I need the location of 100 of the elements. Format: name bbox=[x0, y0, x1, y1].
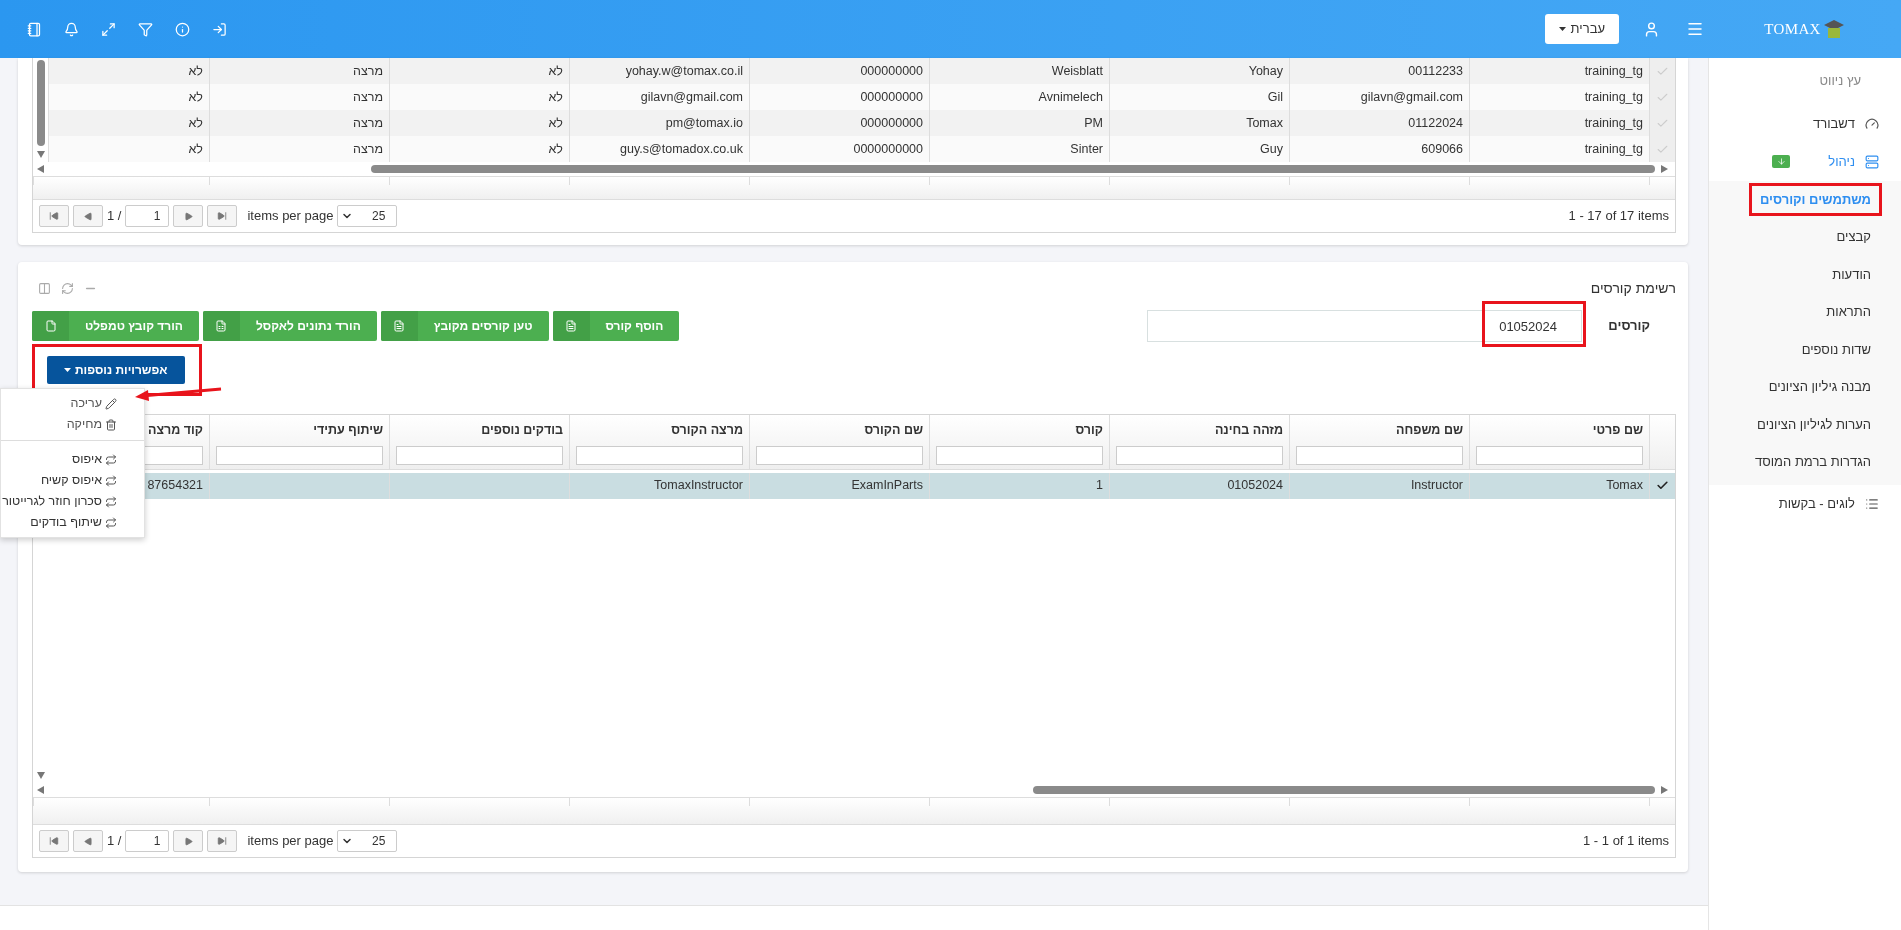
first-page-button[interactable] bbox=[39, 830, 69, 852]
columns-icon[interactable] bbox=[38, 281, 51, 295]
skip-back-icon bbox=[49, 211, 59, 221]
repeat-icon bbox=[105, 516, 117, 529]
column-header[interactable]: שם משפחה bbox=[1296, 421, 1463, 440]
sidebar-heading: עץ ניווט bbox=[1818, 72, 1862, 90]
scroll-right-icon[interactable] bbox=[1661, 165, 1669, 173]
blank-file-icon bbox=[44, 320, 57, 332]
sidebar-subitem[interactable]: הגדרות ברמת המוסד bbox=[1755, 452, 1871, 472]
trash-icon bbox=[105, 418, 117, 431]
course-field[interactable]: 01052024 bbox=[1147, 310, 1582, 342]
sidebar-subitem[interactable]: מבנה גיליון הציונים bbox=[1768, 377, 1871, 397]
column-filter-field[interactable] bbox=[396, 445, 563, 465]
last-page-button[interactable] bbox=[207, 830, 238, 852]
field-label: קורסים bbox=[1607, 317, 1651, 336]
column-header[interactable]: שם פרטי bbox=[1476, 421, 1643, 440]
first-page-button[interactable] bbox=[39, 205, 69, 227]
expand-icon[interactable] bbox=[101, 21, 116, 37]
skip-forward-icon bbox=[217, 211, 228, 221]
sidebar-subitem[interactable]: הודעות bbox=[1832, 264, 1871, 284]
more-options-button[interactable]: אפשרויות נוספות bbox=[47, 356, 185, 384]
menu-icon[interactable] bbox=[1686, 20, 1704, 38]
column-header[interactable]: בודקים נוספים bbox=[396, 421, 563, 440]
repeat-icon bbox=[105, 453, 117, 466]
triangle-right-icon bbox=[183, 836, 193, 846]
menu-item[interactable]: שיתוף בודקים bbox=[1, 512, 144, 533]
column-header[interactable]: שם הקורס bbox=[756, 421, 923, 440]
info-icon[interactable] bbox=[175, 21, 190, 37]
filter-icon[interactable] bbox=[138, 21, 153, 37]
column-header[interactable]: שיתוף עתידי bbox=[216, 421, 383, 440]
repeat-icon bbox=[105, 495, 117, 508]
scroll-down-icon[interactable] bbox=[36, 151, 45, 158]
page-input[interactable]: 1 bbox=[125, 205, 170, 227]
column-header[interactable]: קורס bbox=[936, 421, 1103, 440]
table-cell: לא bbox=[389, 136, 569, 162]
horizontal-scrollbar[interactable] bbox=[1033, 786, 1655, 794]
scroll-left-icon[interactable] bbox=[37, 165, 45, 173]
sidebar-subitem[interactable]: התראות bbox=[1826, 302, 1871, 322]
column-header[interactable]: מרצה הקורס bbox=[576, 421, 743, 440]
next-page-button[interactable] bbox=[173, 830, 204, 852]
pager-summary: 1 - 1 of 1 items bbox=[1583, 832, 1669, 851]
column-filter-field[interactable] bbox=[1116, 445, 1283, 465]
triangle-left-icon bbox=[83, 836, 93, 846]
spreadsheet-icon bbox=[215, 320, 228, 332]
table-cell: Instructor bbox=[1289, 472, 1469, 499]
sidebar-subitem[interactable]: שדות נוספים bbox=[1801, 339, 1871, 359]
menu-item[interactable]: איפוס bbox=[1, 449, 144, 470]
bell-icon[interactable] bbox=[64, 21, 79, 37]
graduation-cap-icon bbox=[1822, 18, 1845, 41]
table-cell: training_tg bbox=[1469, 136, 1649, 162]
row-checkmark[interactable] bbox=[1649, 136, 1675, 162]
table-cell: 1 bbox=[929, 472, 1109, 499]
vertical-scrollbar[interactable] bbox=[36, 60, 45, 146]
page-input[interactable]: 1 bbox=[125, 830, 170, 852]
page-label: 1 / bbox=[107, 207, 122, 226]
next-page-button[interactable] bbox=[173, 205, 204, 227]
language-button[interactable]: עברית bbox=[1544, 14, 1619, 44]
column-filter-field[interactable] bbox=[1476, 445, 1643, 465]
server-icon bbox=[1865, 154, 1879, 169]
login-icon[interactable] bbox=[212, 21, 227, 37]
sidebar-subitem[interactable]: קבצים bbox=[1836, 227, 1871, 247]
column-filter-field[interactable] bbox=[936, 445, 1103, 465]
menu-item[interactable]: עריכה bbox=[1, 393, 144, 414]
skip-back-icon bbox=[49, 836, 59, 846]
sidebar-item[interactable]: דשבורד bbox=[1709, 104, 1901, 143]
table-cell: Tomax bbox=[1469, 472, 1649, 499]
column-filter-field[interactable] bbox=[216, 445, 383, 465]
table-cell: מרצה bbox=[209, 136, 389, 162]
refresh-icon[interactable] bbox=[61, 281, 74, 295]
page-size-select[interactable]: 25 bbox=[337, 830, 398, 852]
gauge-icon bbox=[1865, 116, 1879, 131]
scroll-left-icon[interactable] bbox=[37, 786, 45, 794]
scroll-right-icon[interactable] bbox=[1661, 786, 1669, 794]
previous-page-button[interactable] bbox=[73, 205, 103, 227]
column-filter-field[interactable] bbox=[756, 445, 923, 465]
triangle-left-icon bbox=[83, 211, 93, 221]
table-cell: Sinter bbox=[929, 136, 1109, 162]
row-checkmark[interactable] bbox=[1649, 58, 1675, 84]
table-cell: 0000000000 bbox=[749, 136, 929, 162]
column-filter-field[interactable] bbox=[1296, 445, 1463, 465]
last-page-button[interactable] bbox=[207, 205, 238, 227]
items-per-page-label: items per page bbox=[247, 207, 334, 226]
pager-summary: 1 - 17 of 17 items bbox=[1568, 207, 1669, 226]
document-icon bbox=[393, 320, 406, 332]
triangle-right-icon bbox=[183, 211, 193, 221]
horizontal-scrollbar[interactable] bbox=[371, 165, 1655, 173]
menu-item[interactable]: מחיקה bbox=[1, 414, 144, 435]
page-size-select[interactable]: 25 bbox=[337, 205, 398, 227]
previous-page-button[interactable] bbox=[73, 830, 103, 852]
column-filter-field[interactable] bbox=[576, 445, 743, 465]
column-header[interactable]: מזהה בחינה bbox=[1116, 421, 1283, 440]
sidebar-item[interactable]: לוגים - בקשות bbox=[1709, 484, 1901, 523]
skip-forward-icon bbox=[217, 836, 228, 846]
scroll-down-icon[interactable] bbox=[36, 772, 45, 779]
notebook-icon[interactable] bbox=[27, 21, 42, 37]
page-label: 1 / bbox=[107, 832, 122, 851]
sidebar-subitem[interactable]: הערות לגיליון הציונים bbox=[1757, 414, 1871, 434]
user-icon[interactable] bbox=[1643, 20, 1660, 38]
table-cell: TomaxInstructor bbox=[569, 472, 749, 499]
table-cell: 609066 bbox=[1289, 136, 1469, 162]
